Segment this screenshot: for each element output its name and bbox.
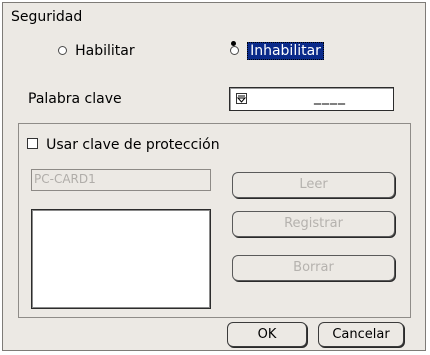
security-dialog: Seguridad Habilitar Inhabilitar Palabra … <box>2 2 426 351</box>
radio-disable[interactable]: Inhabilitar <box>230 40 324 60</box>
ok-button[interactable]: OK <box>227 322 307 347</box>
radio-enable[interactable]: Habilitar <box>58 40 135 59</box>
dialog-title: Seguridad <box>11 9 83 25</box>
radio-enable-label[interactable]: Habilitar <box>75 43 135 59</box>
protect-key-checkbox-row[interactable]: Usar clave de protección <box>27 134 220 153</box>
password-value: ____ <box>314 89 346 105</box>
password-label: Palabra clave <box>28 91 122 107</box>
key-list[interactable] <box>31 209 211 309</box>
protect-key-checkbox-label[interactable]: Usar clave de protección <box>46 137 220 153</box>
register-button[interactable]: Registrar <box>232 211 395 237</box>
delete-button[interactable]: Borrar <box>232 255 395 281</box>
password-key-icon <box>236 93 247 104</box>
radio-disable-circle[interactable] <box>230 46 239 55</box>
protect-key-checkbox[interactable] <box>27 138 38 149</box>
password-field[interactable]: ____ <box>229 87 394 111</box>
radio-disable-label[interactable]: Inhabilitar <box>247 42 324 60</box>
radio-enable-circle[interactable] <box>58 46 67 55</box>
cancel-button[interactable]: Cancelar <box>318 322 404 347</box>
device-field[interactable]: PC-CARD1 <box>31 169 211 191</box>
read-button[interactable]: Leer <box>232 172 395 198</box>
